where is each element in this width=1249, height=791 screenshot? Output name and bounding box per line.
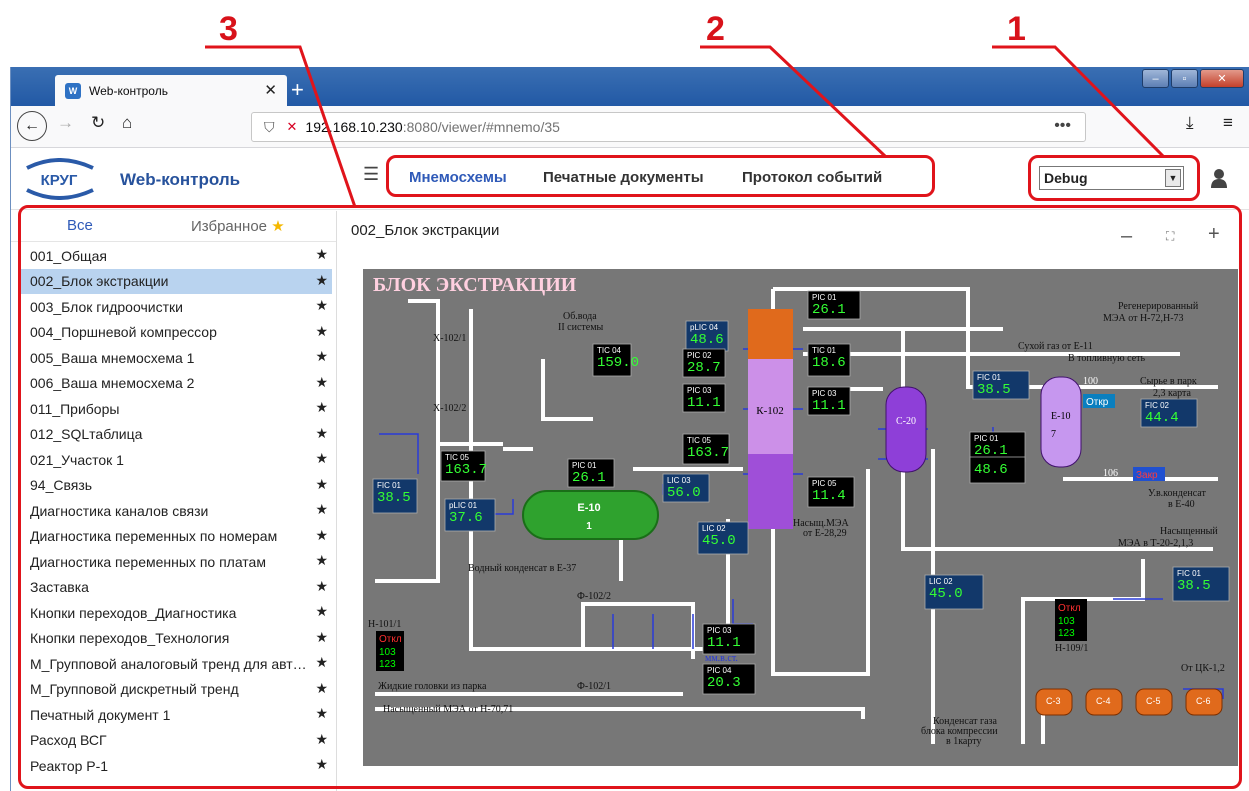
annotation-leader-lines [205,45,1165,208]
